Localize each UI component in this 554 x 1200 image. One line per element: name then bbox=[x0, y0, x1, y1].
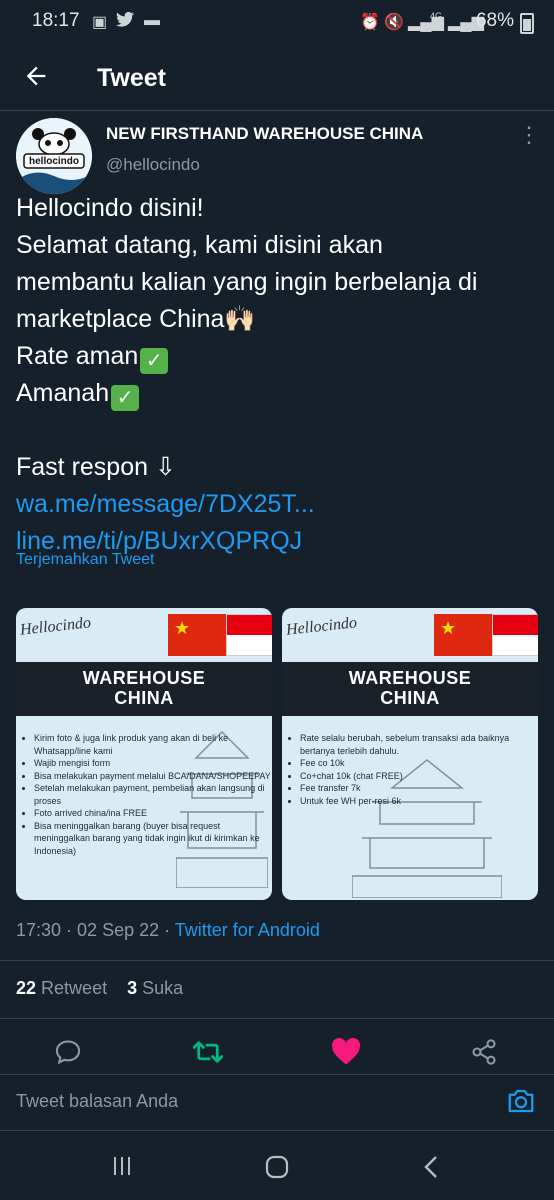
reply-icon[interactable] bbox=[54, 1038, 84, 1068]
camera-icon[interactable] bbox=[506, 1087, 536, 1117]
home-icon[interactable] bbox=[264, 1154, 290, 1184]
image-brand: Hellocindo bbox=[285, 614, 358, 639]
bullet-item: Co+chat 10k (chat FREE) bbox=[300, 770, 538, 783]
tweet-line: Fast respon ⇩ bbox=[16, 453, 176, 481]
retweet-icon[interactable] bbox=[192, 1038, 224, 1068]
china-flag: ★ bbox=[434, 614, 492, 656]
bullet-item: Fee co 10k bbox=[300, 757, 538, 770]
status-time: 18:17 bbox=[32, 10, 80, 31]
like-stat[interactable]: 3 Suka bbox=[127, 978, 183, 998]
bullet-item: Untuk fee WH per-resi 6k bbox=[300, 795, 538, 808]
bullet-item: Bisa meninggalkan barang (buyer bisa req… bbox=[34, 820, 272, 858]
divider bbox=[0, 1074, 554, 1075]
author-name[interactable]: NEW FIRSTHAND WAREHOUSE CHINA bbox=[106, 124, 423, 144]
tweet-source-link[interactable]: Twitter for Android bbox=[175, 920, 320, 940]
alarm-icon: ⏰ bbox=[360, 14, 380, 31]
battery-icon bbox=[520, 13, 534, 34]
retweet-label: Retweet bbox=[41, 978, 108, 998]
bullet-item: Wajib mengisi form bbox=[34, 757, 272, 770]
divider bbox=[0, 960, 554, 961]
tweet-meta: 17:30 · 02 Sep 22 · Twitter for Android bbox=[16, 920, 320, 941]
status-bar: 18:17 ▣ ▬ ⏰ 🔇 ▂▄▆ 4G ▂▄▆ 68% bbox=[0, 0, 554, 42]
tweet-line: Rate aman bbox=[16, 342, 139, 370]
bullet-item: Bisa melakukan payment melalui BCA/DANA/… bbox=[34, 770, 272, 783]
page-title: Tweet bbox=[97, 64, 166, 92]
twitter-bird-icon bbox=[116, 11, 134, 32]
reply-input[interactable]: Tweet balasan Anda bbox=[16, 1091, 178, 1112]
divider bbox=[0, 1130, 554, 1131]
avatar[interactable]: hellocindo bbox=[16, 118, 92, 194]
meta-separator: · bbox=[159, 920, 175, 940]
header-divider bbox=[0, 110, 554, 111]
translate-tweet-link[interactable]: Terjemahkan Tweet bbox=[16, 551, 154, 569]
retweet-count: 22 bbox=[16, 978, 37, 998]
avatar-text: hellocindo bbox=[29, 156, 79, 167]
network-label: 4G bbox=[430, 11, 443, 21]
bullet-item: Rate selalu berubah, sebelum transaksi a… bbox=[300, 732, 538, 757]
share-icon[interactable] bbox=[470, 1038, 500, 1068]
bullet-item: Kirim foto & juga link produk yang akan … bbox=[34, 732, 272, 757]
meta-separator: · bbox=[61, 920, 78, 940]
tweet-text: Hellocindo disini! Selamat datang, kami … bbox=[16, 190, 546, 560]
tweet-image-2[interactable]: Hellocindo ★ WAREHOUSE CHINA Rate selalu… bbox=[282, 608, 538, 900]
bullet-item: Setelah melakukan payment, pembelian aka… bbox=[34, 782, 272, 807]
retweet-stat[interactable]: 22 Retweet bbox=[16, 978, 107, 998]
like-label: Suka bbox=[142, 978, 184, 998]
recent-apps-icon[interactable] bbox=[110, 1154, 134, 1184]
check-mark-icon: ✓ bbox=[140, 348, 169, 374]
banner-line2: CHINA bbox=[380, 688, 440, 708]
image-bullets: Kirim foto & juga link produk yang akan … bbox=[20, 732, 272, 857]
folder-icon: ▬ bbox=[144, 12, 160, 29]
indonesia-flag bbox=[492, 614, 538, 656]
image-banner: WAREHOUSE CHINA bbox=[16, 662, 272, 716]
banner-line1: WAREHOUSE bbox=[82, 668, 206, 688]
tweet-line: membantu kalian yang ingin berbelanja di bbox=[16, 268, 478, 296]
back-nav-icon[interactable] bbox=[420, 1154, 444, 1184]
like-count: 3 bbox=[127, 978, 138, 998]
divider bbox=[0, 1018, 554, 1019]
check-mark-icon: ✓ bbox=[111, 385, 140, 411]
more-icon[interactable]: ⋮ bbox=[518, 124, 540, 146]
tweet-line: Selamat datang, kami disini akan bbox=[16, 231, 383, 259]
tweet-link-whatsapp[interactable]: wa.me/message/7DX25T... bbox=[16, 486, 546, 523]
back-arrow-icon[interactable] bbox=[22, 62, 54, 96]
tweet-date: 02 Sep 22 bbox=[77, 920, 160, 940]
tweet-line: marketplace China🙌🏻 bbox=[16, 305, 256, 333]
tweet-time: 17:30 bbox=[16, 920, 62, 940]
like-heart-icon[interactable] bbox=[331, 1037, 361, 1068]
indonesia-flag bbox=[226, 614, 272, 656]
tweet-stats: 22 Retweet 3 Suka bbox=[16, 978, 183, 999]
tweet-line: Hellocindo disini! bbox=[16, 194, 204, 222]
mute-icon: 🔇 bbox=[384, 14, 404, 31]
image-bullets: Rate selalu berubah, sebelum transaksi a… bbox=[286, 732, 538, 807]
tweet-line: Amanah bbox=[16, 379, 110, 407]
banner-line1: WAREHOUSE bbox=[348, 668, 472, 688]
author-handle[interactable]: @hellocindo bbox=[106, 155, 200, 175]
china-flag: ★ bbox=[168, 614, 226, 656]
battery-percent: 68% bbox=[475, 10, 514, 31]
bullet-item: Foto arrived china/ina FREE bbox=[34, 807, 272, 820]
bullet-item: Fee transfer 7k bbox=[300, 782, 538, 795]
image-banner: WAREHOUSE CHINA bbox=[282, 662, 538, 716]
tweet-image-1[interactable]: Hellocindo ★ WAREHOUSE CHINA Kirim foto … bbox=[16, 608, 272, 900]
gallery-icon: ▣ bbox=[92, 14, 108, 31]
banner-line2: CHINA bbox=[114, 688, 174, 708]
image-brand: Hellocindo bbox=[19, 614, 92, 639]
